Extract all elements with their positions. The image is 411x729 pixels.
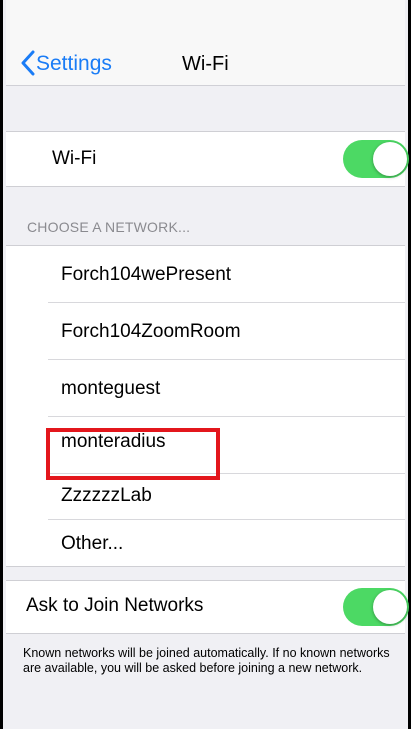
page-title: Wi-Fi <box>182 53 229 75</box>
toggle-knob <box>373 142 407 176</box>
network-row[interactable]: monteguest <box>6 360 405 417</box>
ask-to-join-row: Ask to Join Networks <box>6 580 409 634</box>
navigation-bar: Settings Wi-Fi <box>6 0 405 86</box>
network-name: Forch104ZoomRoom <box>61 321 241 342</box>
network-list: Forch104wePresent Forch104ZoomRoom monte… <box>6 245 405 567</box>
toggle-knob <box>373 590 407 624</box>
ask-to-join-label: Ask to Join Networks <box>26 595 204 616</box>
network-name: monteguest <box>61 378 161 399</box>
choose-network-header: CHOOSE A NETWORK... <box>27 219 191 235</box>
phone-screen: Settings Wi-Fi Wi-Fi CHOOSE A NETWORK...… <box>0 0 411 729</box>
network-name: Forch104wePresent <box>61 264 232 285</box>
network-row[interactable]: ZzzzzzLab <box>6 474 405 520</box>
wifi-toggle-row: Wi-Fi <box>6 131 409 187</box>
network-row[interactable]: Forch104ZoomRoom <box>6 303 405 360</box>
chevron-left-icon[interactable] <box>20 50 36 76</box>
ask-to-join-note: Known networks will be joined automatica… <box>23 646 390 675</box>
network-name: ZzzzzzLab <box>61 485 152 506</box>
back-button[interactable]: Settings <box>36 52 112 76</box>
network-row[interactable]: Forch104wePresent <box>6 246 405 303</box>
wifi-toggle[interactable] <box>343 140 409 178</box>
network-name: Other... <box>61 533 124 554</box>
ask-to-join-toggle[interactable] <box>343 588 409 626</box>
highlight-annotation <box>46 428 220 480</box>
network-row-other[interactable]: Other... <box>6 520 405 566</box>
wifi-label: Wi-Fi <box>52 148 97 169</box>
